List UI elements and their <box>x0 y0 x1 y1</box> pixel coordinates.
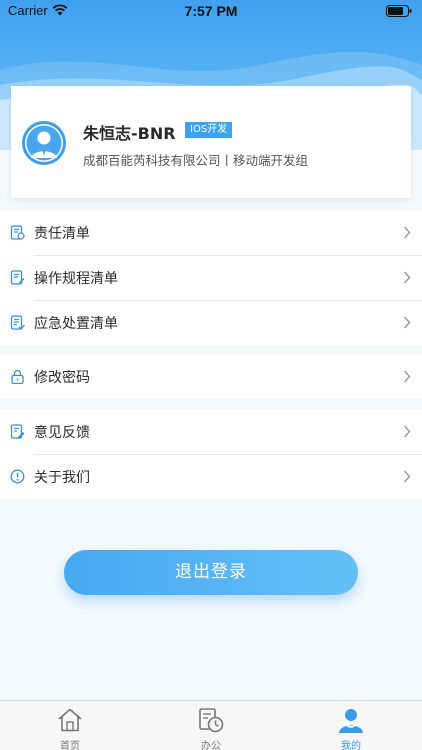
tab-office[interactable]: 办公 <box>171 701 251 750</box>
lock-icon <box>11 369 24 384</box>
battery-icon <box>386 5 412 17</box>
menu-item-emergency-handling[interactable]: 应急处置清单 <box>0 300 422 345</box>
menu-item-responsibility-list[interactable]: 责任清单 <box>0 210 422 255</box>
chevron-right-icon <box>403 226 411 239</box>
status-time: 7:57 PM <box>184 3 238 19</box>
tab-home[interactable]: 首页 <box>30 701 110 750</box>
document-edit-icon <box>10 270 25 285</box>
chevron-right-icon <box>403 271 411 284</box>
menu-item-label: 责任清单 <box>34 226 90 242</box>
info-icon <box>10 469 25 484</box>
menu-item-label: 意见反馈 <box>34 425 90 441</box>
office-clock-icon <box>199 708 224 733</box>
tab-mine[interactable]: 我的 <box>311 701 391 750</box>
role-badge: IOS开发 <box>185 122 233 138</box>
home-icon <box>58 708 82 732</box>
menu-item-label: 应急处置清单 <box>34 316 118 332</box>
chevron-right-icon <box>403 470 411 483</box>
chevron-right-icon <box>403 425 411 438</box>
tab-bar: 首页 办公 我的 <box>0 700 422 750</box>
menu-item-about-us[interactable]: 关于我们 <box>0 454 422 499</box>
profile-name: 朱恒志-BNR <box>83 124 176 143</box>
chevron-right-icon <box>403 370 411 383</box>
status-bar: Carrier 7:57 PM <box>0 0 422 22</box>
document-list-icon <box>10 315 25 330</box>
menu-item-operation-procedures[interactable]: 操作规程清单 <box>0 255 422 300</box>
menu-item-feedback[interactable]: 意见反馈 <box>0 409 422 454</box>
feedback-icon <box>10 424 25 439</box>
logout-button[interactable]: 退出登录 <box>64 550 358 595</box>
profile-company: 成都百能芮科技有限公司丨移动端开发组 <box>83 153 309 168</box>
tab-label: 办公 <box>201 741 221 750</box>
document-check-icon <box>10 225 25 240</box>
menu-group-security: 修改密码 <box>0 354 422 399</box>
tab-label: 我的 <box>341 741 361 750</box>
tab-label: 首页 <box>60 741 80 750</box>
menu-group-about: 意见反馈 关于我们 <box>0 409 422 499</box>
menu-group-lists: 责任清单 操作规程清单 应急处置清单 <box>0 210 422 345</box>
menu-item-label: 关于我们 <box>34 470 90 486</box>
menu-item-change-password[interactable]: 修改密码 <box>0 354 422 399</box>
menu-item-label: 操作规程清单 <box>34 271 118 287</box>
user-icon <box>339 709 363 733</box>
chevron-right-icon <box>403 316 411 329</box>
menu-item-label: 修改密码 <box>34 370 90 386</box>
avatar <box>22 121 66 165</box>
profile-card[interactable]: 朱恒志-BNR IOS开发 成都百能芮科技有限公司丨移动端开发组 <box>11 86 411 198</box>
